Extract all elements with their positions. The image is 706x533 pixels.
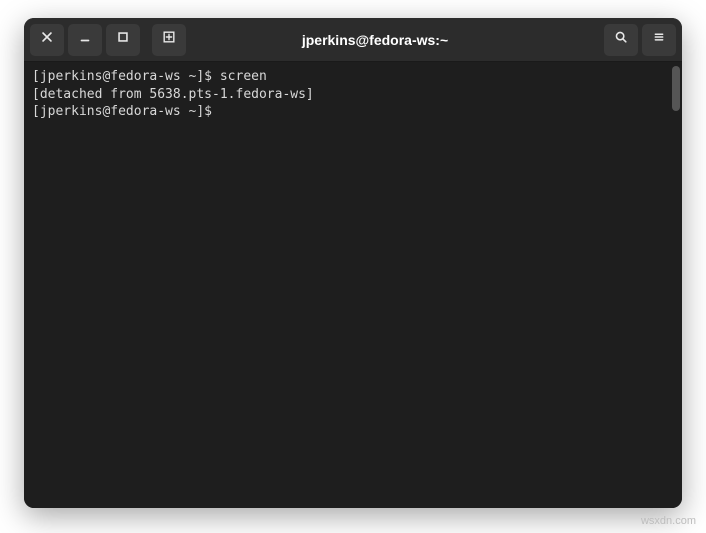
close-button[interactable] xyxy=(30,24,64,56)
cursor xyxy=(220,105,228,119)
maximize-button[interactable] xyxy=(106,24,140,56)
minimize-icon xyxy=(78,30,92,49)
titlebar: jperkins@fedora-ws:~ xyxy=(24,18,682,62)
terminal-line: [detached from 5638.pts-1.fedora-ws] xyxy=(32,86,674,104)
close-icon xyxy=(40,30,54,49)
terminal-line: [jperkins@fedora-ws ~]$ xyxy=(32,103,674,121)
hamburger-icon xyxy=(652,30,666,49)
watermark: wsxdn.com xyxy=(641,515,696,527)
search-icon xyxy=(614,30,628,49)
terminal-line: [jperkins@fedora-ws ~]$ screen xyxy=(32,68,674,86)
search-button[interactable] xyxy=(604,24,638,56)
window-title: jperkins@fedora-ws:~ xyxy=(150,32,600,48)
terminal-window: jperkins@fedora-ws:~ [jperkins@fedora-ws… xyxy=(24,18,682,508)
menu-button[interactable] xyxy=(642,24,676,56)
titlebar-right-controls xyxy=(604,24,676,56)
scrollbar-thumb[interactable] xyxy=(672,66,680,111)
maximize-icon xyxy=(116,30,130,49)
terminal-body[interactable]: [jperkins@fedora-ws ~]$ screen [detached… xyxy=(24,62,682,508)
minimize-button[interactable] xyxy=(68,24,102,56)
